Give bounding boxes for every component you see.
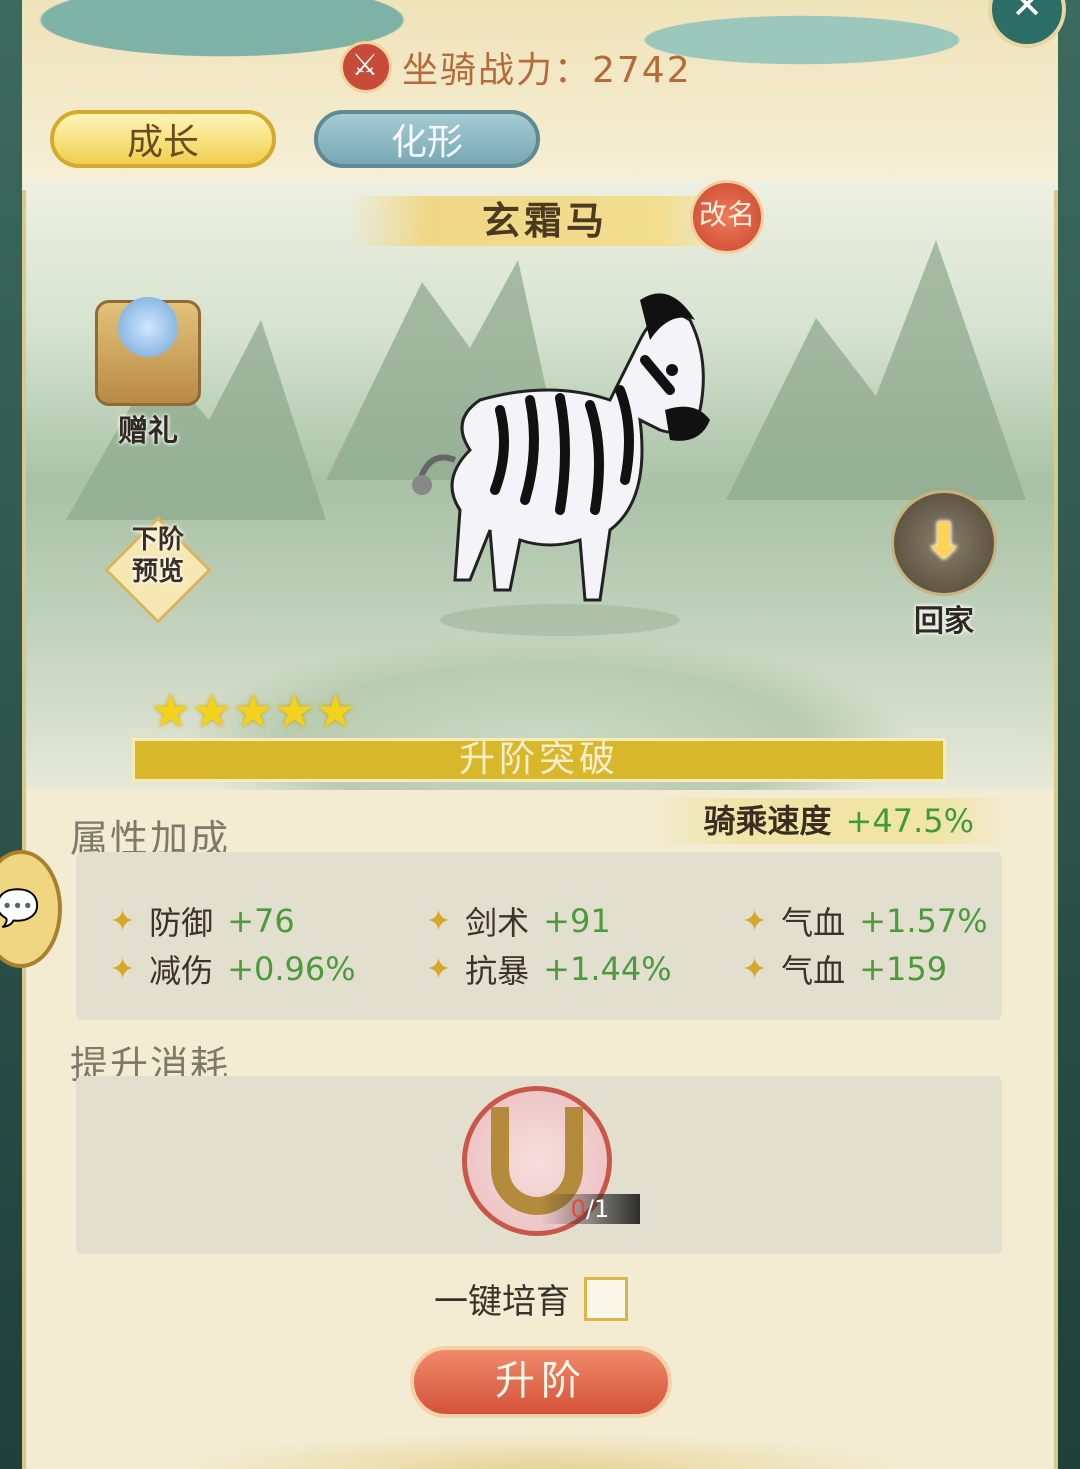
attribute-name: 减伤 — [149, 952, 214, 990]
sparkle-icon: ✦ — [742, 903, 768, 939]
bottom-decoration — [22, 1389, 1058, 1469]
attribute-item: ✦ 气血 +159 — [742, 946, 947, 992]
attribute-name: 气血 — [781, 952, 846, 990]
material-need: /1 — [585, 1195, 610, 1223]
attribute-value: +159 — [859, 950, 948, 988]
power-label: 坐骑战力：2742 — [402, 50, 692, 91]
power-display: ⚔ 坐骑战力：2742 — [340, 40, 692, 94]
tab-grow[interactable]: 成长 — [50, 110, 276, 168]
home-button[interactable]: ⬇ 回家 — [884, 490, 1004, 640]
preview-label-1: 下阶 — [131, 525, 184, 555]
crossed-swords-icon: ⚔ — [340, 41, 392, 93]
auto-cultivate-checkbox[interactable] — [584, 1276, 628, 1321]
ride-speed-label: 骑乘速度 — [703, 802, 832, 840]
attribute-item: ✦ 气血 +1.57% — [742, 898, 988, 944]
tab-transform[interactable]: 化形 — [314, 110, 540, 168]
auto-cultivate-label: 一键培育 — [434, 1282, 570, 1322]
preview-label-2: 预览 — [131, 557, 184, 587]
sparkle-icon: ✦ — [110, 903, 136, 939]
attribute-value: +1.57% — [859, 902, 988, 940]
treasure-chest-icon — [95, 297, 201, 406]
ride-speed-value: +47.5% — [845, 802, 974, 840]
attribute-item: ✦ 抗暴 +1.44% — [426, 946, 672, 992]
rename-button[interactable]: 改名 — [690, 180, 764, 254]
attribute-item: ✦ 剑术 +91 — [426, 898, 611, 944]
sparkle-icon: ✦ — [426, 903, 452, 939]
next-stage-preview-button[interactable]: 下阶 预览 — [104, 516, 212, 624]
close-icon: ✕ — [1011, 0, 1043, 27]
attribute-value: +76 — [227, 902, 295, 940]
material-have: 0 — [570, 1195, 586, 1223]
attribute-name: 气血 — [781, 904, 846, 942]
sparkle-icon: ✦ — [426, 951, 452, 987]
attribute-value: +0.96% — [227, 950, 356, 988]
attribute-value: +91 — [543, 902, 611, 940]
fence-arrow-icon: ⬇ — [891, 490, 997, 596]
attribute-value: +1.44% — [543, 950, 672, 988]
breakthrough-bar[interactable]: 升阶突破 — [132, 738, 946, 782]
auto-cultivate-row: 一键培育 — [434, 1274, 628, 1323]
gift-button[interactable]: 赠礼 — [88, 297, 208, 450]
zebra-mount-image — [412, 293, 710, 636]
mount-name: 玄霜马 — [350, 196, 740, 246]
star-rating: ★★★★★ — [150, 684, 357, 738]
sparkle-icon: ✦ — [110, 951, 136, 987]
mountain — [726, 240, 1026, 500]
attribute-name: 抗暴 — [465, 952, 530, 990]
gift-label: 赠礼 — [118, 414, 178, 449]
home-label: 回家 — [914, 604, 974, 639]
attribute-name: 剑术 — [465, 904, 530, 942]
sparkle-icon: ✦ — [742, 951, 768, 987]
attribute-name: 防御 — [149, 904, 214, 942]
chat-bubble-icon: 💬 — [0, 888, 40, 929]
material-count: 0/1 — [540, 1194, 640, 1224]
attribute-item: ✦ 防御 +76 — [110, 898, 295, 944]
ride-speed: 骑乘速度 +47.5% — [650, 798, 1010, 844]
attribute-item: ✦ 减伤 +0.96% — [110, 946, 356, 992]
